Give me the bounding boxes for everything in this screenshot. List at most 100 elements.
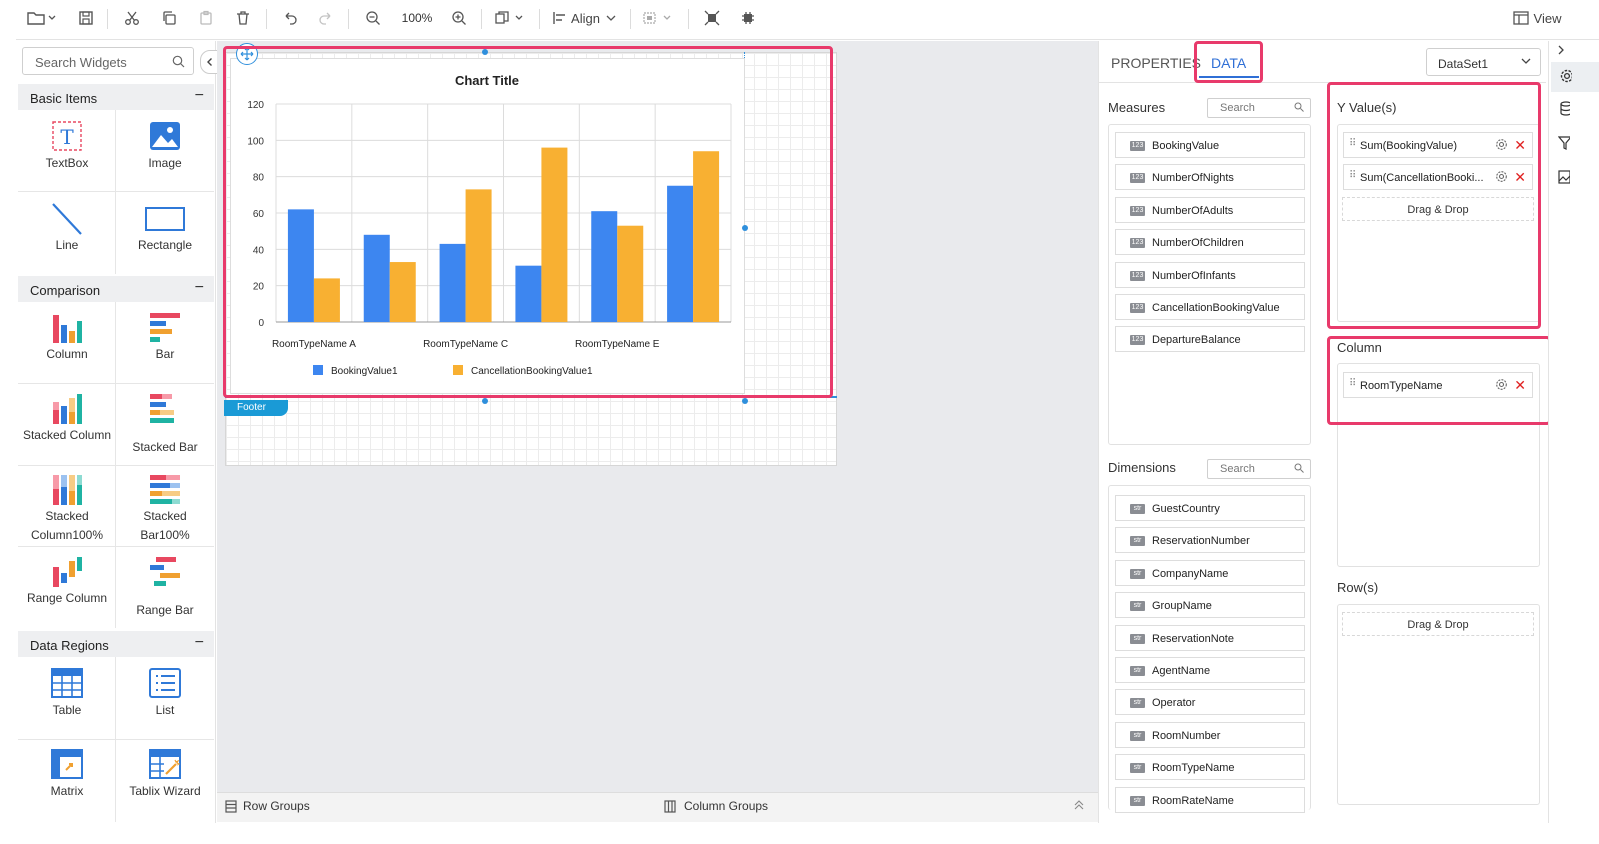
image-icon xyxy=(150,122,180,150)
align-dropdown[interactable]: Align xyxy=(552,8,618,28)
measure-field[interactable]: 123 NumberOfAdults xyxy=(1115,196,1305,223)
gear-icon[interactable] xyxy=(1558,68,1574,87)
order-dropdown-icon[interactable] xyxy=(493,8,527,28)
dimension-field[interactable]: str CompanyName xyxy=(1115,559,1305,586)
search-icon xyxy=(1294,463,1304,476)
widget-image[interactable]: Image xyxy=(117,120,213,173)
expand-up-icon[interactable] xyxy=(1073,799,1085,814)
measure-field[interactable]: 123 NumberOfNights xyxy=(1115,164,1305,191)
redo-icon[interactable] xyxy=(316,8,336,28)
bar-chart-icon xyxy=(150,313,180,342)
resize-handle[interactable] xyxy=(482,398,488,404)
field-label: RoomRateName xyxy=(1152,794,1234,807)
highlight-yvalues xyxy=(1327,82,1541,329)
tab-properties[interactable]: PROPERTIES xyxy=(1111,55,1201,71)
widget-stacked-column100[interactable]: Stacked Column100% xyxy=(19,473,115,545)
dataset-select[interactable]: DataSet1 xyxy=(1426,48,1541,76)
dimension-field[interactable]: str ReservationNote xyxy=(1115,624,1305,651)
dimensions-search-input[interactable]: Search xyxy=(1207,459,1311,479)
widget-range-bar[interactable]: Range Bar xyxy=(117,555,213,620)
measure-field[interactable]: 123 BookingValue xyxy=(1115,132,1305,158)
column-chart-icon xyxy=(53,315,82,343)
dimension-field[interactable]: str RoomTypeName xyxy=(1115,754,1305,781)
image-panel-icon[interactable] xyxy=(1558,169,1571,188)
dimension-field[interactable]: str GuestCountry xyxy=(1115,495,1305,521)
dataset-value: DataSet1 xyxy=(1438,57,1489,71)
dimension-field[interactable]: str ReservationNumber xyxy=(1115,527,1305,554)
open-folder-icon[interactable] xyxy=(26,8,58,28)
filter-icon[interactable] xyxy=(1557,135,1573,154)
measure-field[interactable]: 123 NumberOfChildren xyxy=(1115,229,1305,256)
fit-width-icon[interactable] xyxy=(702,8,722,28)
stacked-column-icon xyxy=(53,394,82,424)
stacked-bar-icon xyxy=(150,394,174,423)
widget-label: Range Bar xyxy=(136,603,194,617)
range-bar-icon xyxy=(150,557,180,586)
widget-label: Rectangle xyxy=(137,238,193,252)
dimension-field[interactable]: str RoomRateName xyxy=(1115,786,1305,813)
save-icon[interactable] xyxy=(76,8,96,28)
copy-icon[interactable] xyxy=(159,8,179,28)
widget-matrix[interactable]: Matrix xyxy=(19,748,115,801)
widget-table[interactable]: Table xyxy=(19,667,115,720)
widget-bar[interactable]: Bar xyxy=(117,311,213,364)
zoom-in-icon[interactable] xyxy=(449,8,469,28)
widget-search-input[interactable]: Search Widgets xyxy=(22,47,194,75)
widget-tablix-wizard[interactable]: Tablix Wizard xyxy=(117,748,213,801)
field-type-icon: str xyxy=(1130,504,1145,514)
widget-label: Stacked Column xyxy=(22,428,112,442)
group-dropdown-icon[interactable] xyxy=(640,8,676,28)
data-source-icon[interactable] xyxy=(1558,101,1572,120)
widget-label: Matrix xyxy=(50,784,84,798)
dimension-field[interactable]: str Operator xyxy=(1115,689,1305,716)
dimension-field[interactable]: str GroupName xyxy=(1115,592,1305,619)
measure-field[interactable]: 123 DepartureBalance xyxy=(1115,326,1305,353)
widget-stacked-bar100[interactable]: Stacked Bar100% xyxy=(117,473,213,545)
column-groups[interactable]: Column Groups xyxy=(664,799,768,813)
section-comparison[interactable]: Comparison − xyxy=(18,276,214,302)
resize-handle[interactable] xyxy=(742,398,748,404)
widget-range-column[interactable]: Range Column xyxy=(19,555,115,608)
table-icon xyxy=(51,668,83,698)
view-menu[interactable]: View xyxy=(1512,8,1562,28)
collapse-minus-icon[interactable]: − xyxy=(195,634,204,652)
delete-icon[interactable] xyxy=(233,8,253,28)
section-data-regions[interactable]: Data Regions − xyxy=(18,631,214,657)
widget-stacked-column[interactable]: Stacked Column xyxy=(19,392,115,445)
zoom-out-icon[interactable] xyxy=(363,8,383,28)
widget-stacked-bar[interactable]: Stacked Bar xyxy=(117,392,213,457)
widget-rectangle[interactable]: Rectangle xyxy=(117,202,213,255)
collapse-minus-icon[interactable]: − xyxy=(195,279,204,297)
field-label: DepartureBalance xyxy=(1152,334,1241,347)
zoom-level[interactable]: 100% xyxy=(398,8,436,28)
field-type-icon: 123 xyxy=(1130,238,1145,249)
paste-icon[interactable] xyxy=(196,8,216,28)
field-type-icon: str xyxy=(1130,601,1145,612)
highlight-data-tab xyxy=(1194,41,1263,83)
field-label: NumberOfChildren xyxy=(1152,237,1244,250)
measure-field[interactable]: 123 CancellationBookingValue xyxy=(1115,294,1305,320)
undo-icon[interactable] xyxy=(280,8,300,28)
chevron-right-icon[interactable] xyxy=(1556,44,1566,59)
collapse-minus-icon[interactable]: − xyxy=(195,87,204,105)
field-label: RoomNumber xyxy=(1152,729,1221,742)
footer-tag[interactable]: Footer xyxy=(224,400,288,416)
widget-textbox[interactable]: T TextBox xyxy=(19,120,115,173)
widget-list[interactable]: List xyxy=(117,667,213,720)
widget-label: Stacked Bar xyxy=(132,440,198,454)
cut-icon[interactable] xyxy=(122,8,142,28)
field-type-icon: str xyxy=(1130,795,1145,806)
widget-column[interactable]: Column xyxy=(19,311,115,364)
search-icon xyxy=(172,55,185,71)
dimension-field[interactable]: str AgentName xyxy=(1115,657,1305,683)
measures-search-input[interactable]: Search xyxy=(1207,98,1311,118)
row-groups[interactable]: Row Groups xyxy=(225,799,310,813)
drag-drop-target[interactable]: Drag & Drop xyxy=(1342,612,1534,636)
section-basic-items[interactable]: Basic Items − xyxy=(18,84,214,110)
view-icon xyxy=(1512,11,1529,25)
dimension-field[interactable]: str RoomNumber xyxy=(1115,721,1305,748)
widget-line[interactable]: Line xyxy=(19,202,115,255)
measure-field[interactable]: 123 NumberOfInfants xyxy=(1115,261,1305,288)
row-groups-label: Row Groups xyxy=(243,799,310,813)
fit-page-icon[interactable] xyxy=(738,8,758,28)
